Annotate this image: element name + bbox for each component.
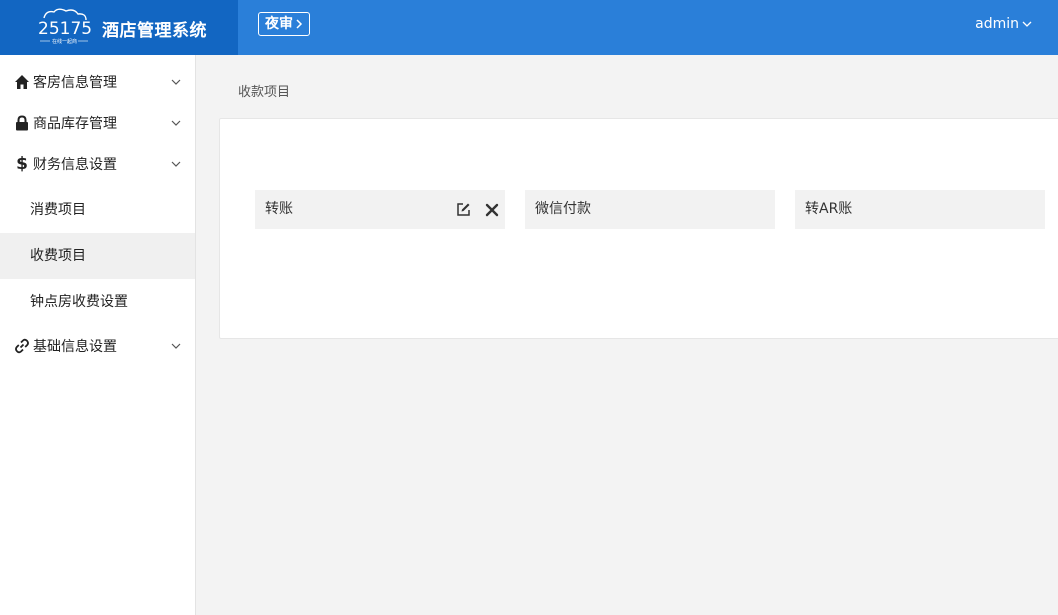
payment-item-label: 转AR账	[805, 201, 853, 217]
dollar-icon: $	[16, 153, 28, 174]
night-audit-label: 夜审	[265, 16, 293, 32]
payment-item-card[interactable]: 微信付款	[525, 190, 775, 229]
chevron-down-icon	[1022, 21, 1032, 27]
night-audit-button[interactable]: 夜审	[258, 12, 310, 36]
sidebar-group-inventory[interactable]: 商品库存管理	[0, 102, 195, 143]
payment-items-panel: 转账 微信付款 转AR账	[219, 118, 1058, 339]
user-menu[interactable]: admin	[975, 16, 1032, 32]
sidebar-group-label: 基础信息设置	[33, 338, 117, 355]
svg-text:25175: 25175	[38, 19, 92, 39]
chevron-down-icon	[171, 161, 181, 167]
chevron-down-icon	[171, 120, 181, 126]
sidebar-group-label: 商品库存管理	[33, 115, 117, 132]
breadcrumb: 收款项目	[238, 85, 291, 100]
payment-item-label: 微信付款	[535, 201, 591, 217]
sidebar-item-hourly-room[interactable]: 钟点房收费设置	[0, 279, 195, 325]
close-icon[interactable]	[485, 203, 499, 217]
payment-item-card[interactable]: 转AR账	[795, 190, 1045, 229]
sidebar-item-charges[interactable]: 收费项目	[0, 233, 195, 279]
edit-icon[interactable]	[456, 202, 471, 217]
sidebar-group-label: 财务信息设置	[33, 156, 117, 173]
chevron-down-icon	[171, 343, 181, 349]
lock-icon	[13, 114, 31, 132]
sidebar: 客房信息管理 商品库存管理 $ 财务信息设置 消费项目 收费项目 钟点房收费设置…	[0, 55, 196, 615]
sidebar-group-label: 客房信息管理	[33, 74, 117, 91]
cloud-logo-icon: 25175 在线一起商	[38, 8, 92, 45]
brand-area: 25175 在线一起商 酒店管理系统	[0, 0, 238, 55]
svg-text:在线一起商: 在线一起商	[52, 38, 77, 45]
sidebar-item-consumption[interactable]: 消费项目	[0, 187, 195, 233]
payment-item-label: 转账	[265, 201, 293, 217]
sidebar-group-basic-info[interactable]: 基础信息设置	[0, 325, 195, 366]
app-title: 酒店管理系统	[102, 21, 207, 41]
payment-item-card[interactable]: 转账	[255, 190, 505, 229]
item-actions	[456, 190, 499, 229]
user-name: admin	[975, 16, 1019, 32]
top-header: 25175 在线一起商 酒店管理系统 夜审 admin	[0, 0, 1058, 55]
sidebar-group-finance[interactable]: $ 财务信息设置	[0, 143, 195, 184]
link-icon	[13, 337, 31, 355]
sidebar-group-room-info[interactable]: 客房信息管理	[0, 61, 195, 102]
home-icon	[13, 73, 31, 91]
chevron-down-icon	[171, 79, 181, 85]
chevron-right-icon	[296, 19, 303, 29]
